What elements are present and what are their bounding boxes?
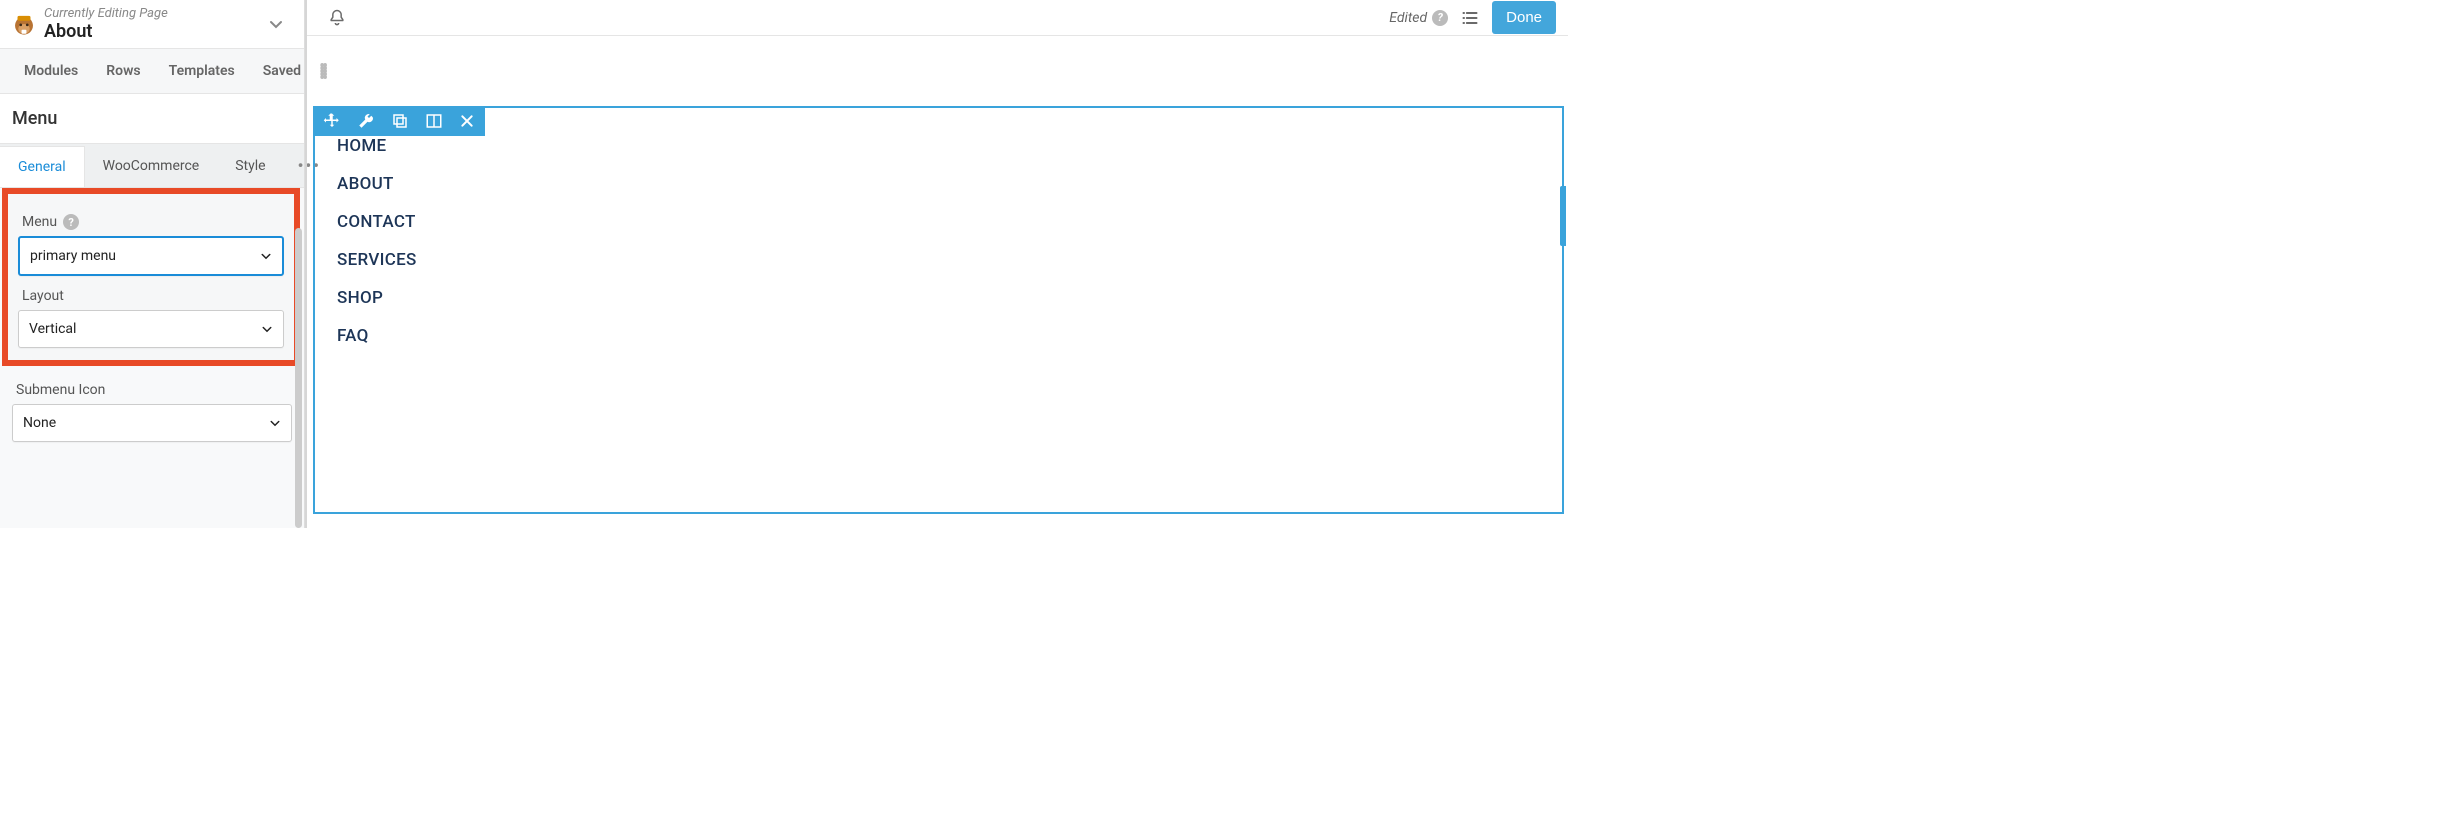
tab-templates[interactable]: Templates [155,49,249,93]
help-icon[interactable]: ? [63,214,79,230]
submenu-icon-field-label: Submenu Icon [16,382,105,398]
menu-item[interactable]: SERVICES [337,250,417,270]
notifications-icon[interactable] [327,8,347,28]
editing-label: Currently Editing Page [44,6,258,21]
sidebar: Currently Editing Page About Modules Row… [0,0,305,528]
submenu-icon-select[interactable]: None [12,404,292,442]
tab-modules[interactable]: Modules [10,49,92,93]
layout-select-value: Vertical [29,321,76,337]
subtab-woocommerce[interactable]: WooCommerce [85,146,218,186]
module-toolbar [313,106,485,136]
module-resize-handle[interactable] [1560,186,1566,246]
menu-item[interactable]: FAQ [337,326,417,346]
move-icon[interactable] [323,112,341,130]
chevron-down-icon [268,16,284,32]
close-icon[interactable] [459,113,475,129]
page-title: About [44,21,258,42]
subtab-style[interactable]: Style [217,146,283,186]
menu-field-label: Menu [22,214,57,230]
page-switcher-toggle[interactable] [258,12,294,36]
chevron-down-icon [269,417,281,429]
menu-item[interactable]: HOME [337,136,417,156]
settings-subtabs: General WooCommerce Style ••• [0,144,304,188]
module-settings-title: Menu [0,94,304,144]
topbar: Edited ? Done [307,0,1568,36]
menu-item[interactable]: CONTACT [337,212,417,232]
help-icon[interactable]: ? [1432,10,1448,26]
menu-item[interactable]: ABOUT [337,174,417,194]
highlight-annotation: Menu ? primary menu Layout [2,188,300,366]
subtab-general[interactable]: General [0,146,85,187]
menu-select[interactable]: primary menu [18,236,284,276]
settings-panel: Menu ? primary menu Layout [0,188,304,528]
canvas: Edited ? Done HOME ABOUT [305,0,1568,528]
layout-select[interactable]: Vertical [18,310,284,348]
duplicate-icon[interactable] [391,112,409,130]
tab-rows[interactable]: Rows [92,49,154,93]
module-selection-outline [313,106,1564,514]
beaver-logo-icon [10,10,38,38]
outline-panel-icon[interactable] [1460,8,1480,28]
submenu-icon-select-value: None [23,415,56,431]
edited-label: Edited [1389,10,1427,26]
sidebar-header: Currently Editing Page About [0,0,304,49]
menu-item[interactable]: SHOP [337,288,417,308]
edited-status: Edited ? [1389,10,1448,26]
layout-field-label: Layout [22,288,64,304]
wrench-icon[interactable] [357,112,375,130]
rendered-menu: HOME ABOUT CONTACT SERVICES SHOP FAQ [337,136,417,346]
done-button[interactable]: Done [1492,1,1556,34]
menu-select-value: primary menu [30,248,116,264]
chevron-down-icon [260,250,272,262]
columns-icon[interactable] [425,112,443,130]
chevron-down-icon [261,323,273,335]
sidebar-scrollbar[interactable] [295,228,302,528]
editor-stage[interactable]: HOME ABOUT CONTACT SERVICES SHOP FAQ [307,36,1568,528]
main-tabs: Modules Rows Templates Saved •••••••••• [0,49,304,94]
